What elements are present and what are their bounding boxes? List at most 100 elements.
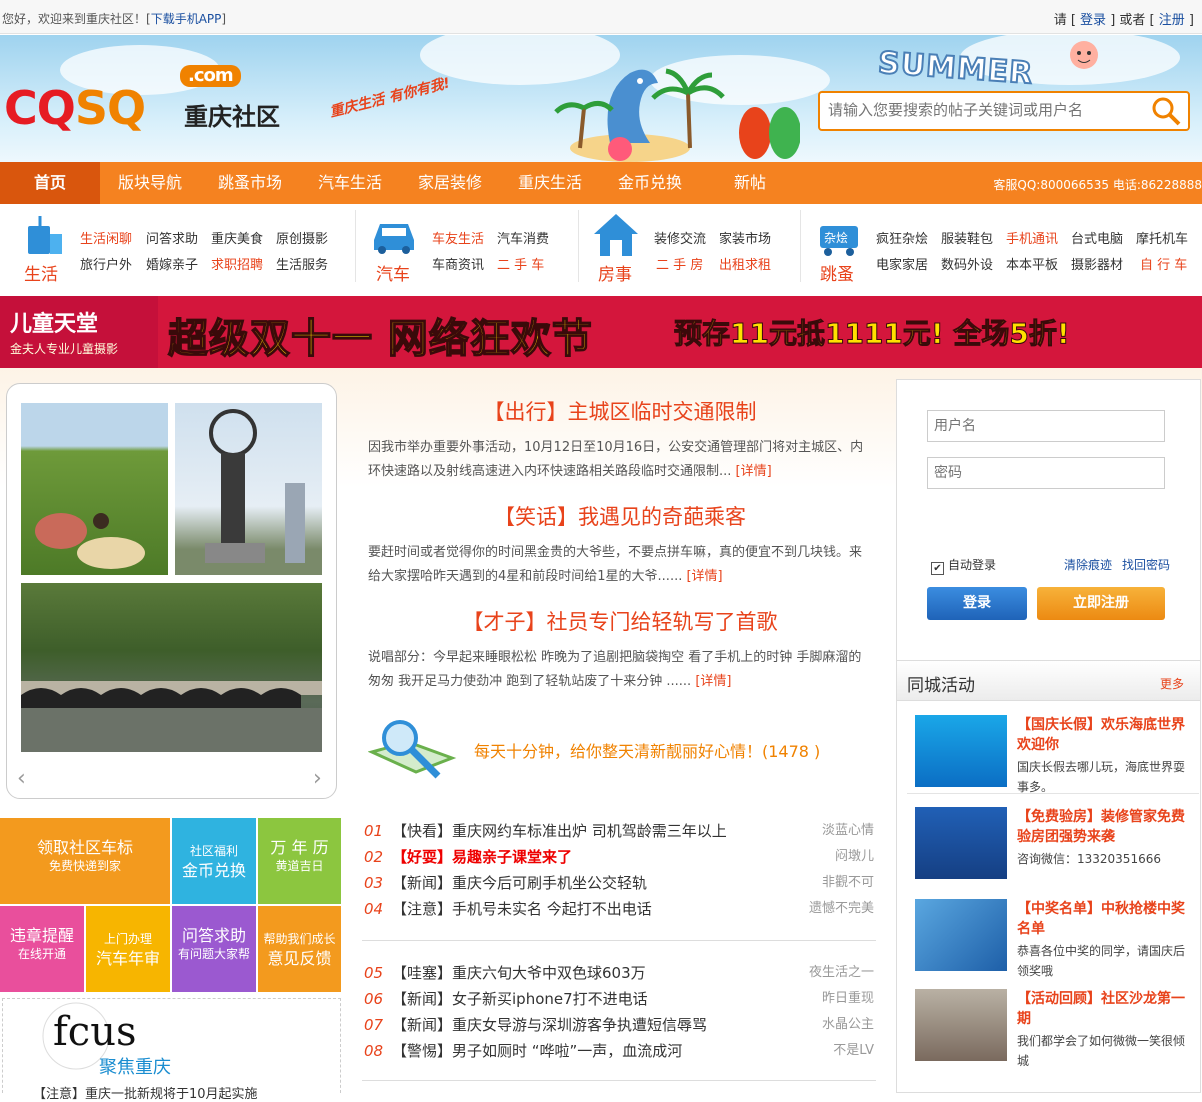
cat-link[interactable]: 车友生活: [432, 228, 484, 247]
nav-board[interactable]: 版块导航: [100, 162, 200, 204]
tile-car-badge[interactable]: 领取社区车标 免费快递到家: [0, 818, 170, 904]
tile-coins[interactable]: 社区福利 金币兑换: [172, 818, 256, 904]
password-input[interactable]: [927, 457, 1165, 489]
cat-link[interactable]: 二 手 房: [656, 254, 703, 273]
next-arrow-icon[interactable]: ›: [313, 766, 322, 791]
cat-link[interactable]: 旅行户外: [80, 254, 132, 273]
nav-cq-life[interactable]: 重庆生活: [500, 162, 600, 204]
activity-thumbnail[interactable]: [915, 989, 1007, 1061]
tile-qa[interactable]: 问答求助 有问题大家帮: [172, 906, 256, 992]
cat-link[interactable]: 重庆美食: [211, 228, 263, 247]
nav-home[interactable]: 首页: [0, 162, 100, 204]
cat-link[interactable]: 装修交流: [654, 228, 706, 247]
cat-link[interactable]: 出租求租: [719, 254, 771, 273]
nav-flea-market[interactable]: 跳蚤市场: [200, 162, 300, 204]
cat-link[interactable]: 本本平板: [1006, 254, 1058, 273]
list-item[interactable]: 06 【新闻】女子新买iphone7打不进电话 昨日重现: [362, 986, 876, 1012]
list-item[interactable]: 08 【警惕】男子如厕时 “哗啦”一声，血流成河 不是LV: [362, 1038, 876, 1064]
list-title[interactable]: 【快看】重庆网约车标准出炉 司机驾龄需三年以上: [392, 818, 727, 844]
nav-new-posts[interactable]: 新帖: [700, 162, 800, 204]
activity-thumbnail[interactable]: [915, 899, 1007, 971]
news-title[interactable]: 【出行】主城区临时交通限制: [360, 396, 880, 426]
cat-link[interactable]: 家装市场: [719, 228, 771, 247]
list-title[interactable]: 【注意】手机号未实名 今起打不出电话: [392, 896, 652, 922]
activity-item-title[interactable]: 【国庆长假】欢乐海底世界欢迎你: [1017, 715, 1185, 755]
cat-link[interactable]: 摩托机车: [1136, 228, 1188, 247]
activity-more-link[interactable]: 更多: [1160, 675, 1184, 692]
daily-feature[interactable]: 每天十分钟，给你整天清新靓丽好心情！(1478 ): [364, 712, 864, 792]
cat-link[interactable]: 生活服务: [276, 254, 328, 273]
cat-link[interactable]: 数码外设: [941, 254, 993, 273]
site-logo[interactable]: CQSQ .com 重庆社区: [4, 65, 280, 135]
list-author[interactable]: 夜生活之一: [809, 960, 874, 986]
prev-arrow-icon[interactable]: ‹: [17, 766, 26, 791]
list-item[interactable]: 01 【快看】重庆网约车标准出炉 司机驾龄需三年以上 淡蓝心情: [362, 818, 876, 844]
download-app-link[interactable]: 下载手机APP: [151, 12, 222, 26]
list-author[interactable]: 淡蓝心情: [822, 818, 874, 844]
cat-link[interactable]: 疯狂杂烩: [876, 228, 928, 247]
promo-banner[interactable]: 儿童天堂 金夫人专业儿童摄影 超级双十一 网络狂欢节 预存11元抵1111元! …: [0, 296, 1202, 368]
cat-link[interactable]: 车商资讯: [432, 254, 484, 273]
login-link[interactable]: 登录: [1080, 13, 1106, 28]
news-more-link[interactable]: [详情]: [695, 674, 731, 689]
username-input[interactable]: [927, 410, 1165, 442]
sculpture-photo[interactable]: [175, 403, 322, 575]
clear-trace-link[interactable]: 清除痕迹: [1064, 556, 1112, 573]
cat-link[interactable]: 问答求助: [146, 228, 198, 247]
tile-feedback[interactable]: 帮助我们成长 意见反馈: [258, 906, 341, 992]
cat-link[interactable]: 求职招聘: [211, 254, 263, 273]
list-item[interactable]: 05 【哇塞】重庆六旬大爷中双色球603万 夜生活之一: [362, 960, 876, 986]
list-item[interactable]: 03 【新闻】重庆今后可刷手机坐公交轻轨 非觀不可: [362, 870, 876, 896]
tile-calendar[interactable]: 万 年 历黄道吉日: [258, 818, 341, 904]
news-more-link[interactable]: [详情]: [736, 464, 772, 479]
list-title[interactable]: 【新闻】重庆女导游与深圳游客争执遭短信辱骂: [392, 1012, 707, 1038]
tile-violation[interactable]: 违章提醒 在线开通: [0, 906, 84, 992]
cat-link[interactable]: 汽车消费: [497, 228, 549, 247]
search-input[interactable]: [828, 101, 1128, 119]
park-photo[interactable]: [21, 403, 168, 575]
activity-item-title[interactable]: 【中奖名单】中秋抢楼中奖名单: [1017, 899, 1185, 939]
list-item[interactable]: 02 【好耍】易趣亲子课堂来了 闷墩儿: [362, 844, 876, 870]
list-item[interactable]: 07 【新闻】重庆女导游与深圳游客争执遭短信辱骂 水晶公主: [362, 1012, 876, 1038]
list-author[interactable]: 闷墩儿: [835, 844, 874, 870]
bridge-photo[interactable]: [21, 583, 322, 752]
activity-item-title[interactable]: 【活动回顾】社区沙龙第一期: [1017, 989, 1185, 1029]
cat-link[interactable]: 自 行 车: [1140, 254, 1187, 273]
cat-link[interactable]: 手机通讯: [1006, 228, 1058, 247]
cat-link[interactable]: 服装鞋包: [941, 228, 993, 247]
news-title[interactable]: 【才子】社员专门给轻轨写了首歌: [360, 606, 880, 636]
list-author[interactable]: 非觀不可: [822, 870, 874, 896]
nav-home-decor[interactable]: 家居装修: [400, 162, 500, 204]
cat-link[interactable]: 原创摄影: [276, 228, 328, 247]
list-item[interactable]: 04 【注意】手机号未实名 今起打不出电话 遗憾不完美: [362, 896, 876, 922]
news-title[interactable]: 【笑话】我遇见的奇葩乘客: [360, 501, 880, 531]
list-author[interactable]: 昨日重现: [822, 986, 874, 1012]
list-title[interactable]: 【新闻】重庆今后可刷手机坐公交轻轨: [392, 870, 647, 896]
activity-item-title[interactable]: 【免费验房】装修管家免费验房团强势来袭: [1017, 807, 1185, 847]
cat-link[interactable]: 婚嫁亲子: [146, 254, 198, 273]
list-author[interactable]: 不是LV: [833, 1038, 874, 1064]
cat-link[interactable]: 摄影器材: [1071, 254, 1123, 273]
list-author[interactable]: 水晶公主: [822, 1012, 874, 1038]
nav-coins[interactable]: 金币兑换: [600, 162, 700, 204]
login-button[interactable]: 登录: [927, 587, 1027, 620]
cat-link[interactable]: 电家家居: [876, 254, 928, 273]
register-button[interactable]: 立即注册: [1037, 587, 1165, 620]
cat-link[interactable]: 生活闲聊: [80, 228, 132, 247]
cat-link[interactable]: 台式电脑: [1071, 228, 1123, 247]
list-title[interactable]: 【警惕】男子如厕时 “哗啦”一声，血流成河: [392, 1038, 682, 1064]
nav-auto[interactable]: 汽车生活: [300, 162, 400, 204]
cat-link[interactable]: 二 手 车: [497, 254, 544, 273]
find-password-link[interactable]: 找回密码: [1122, 556, 1170, 573]
tile-inspection[interactable]: 上门办理 汽车年审: [86, 906, 170, 992]
register-link[interactable]: 注册: [1159, 13, 1185, 28]
list-title[interactable]: 【哇塞】重庆六旬大爷中双色球603万: [392, 960, 646, 986]
activity-thumbnail[interactable]: [915, 807, 1007, 879]
activity-thumbnail[interactable]: [915, 715, 1007, 787]
list-title[interactable]: 【好耍】易趣亲子课堂来了: [392, 844, 572, 870]
list-title[interactable]: 【新闻】女子新买iphone7打不进电话: [392, 986, 648, 1012]
list-author[interactable]: 遗憾不完美: [809, 896, 874, 922]
auto-login-checkbox[interactable]: ✔ 自动登录: [931, 556, 996, 575]
search-button[interactable]: [1150, 95, 1182, 127]
news-more-link[interactable]: [详情]: [686, 569, 722, 584]
